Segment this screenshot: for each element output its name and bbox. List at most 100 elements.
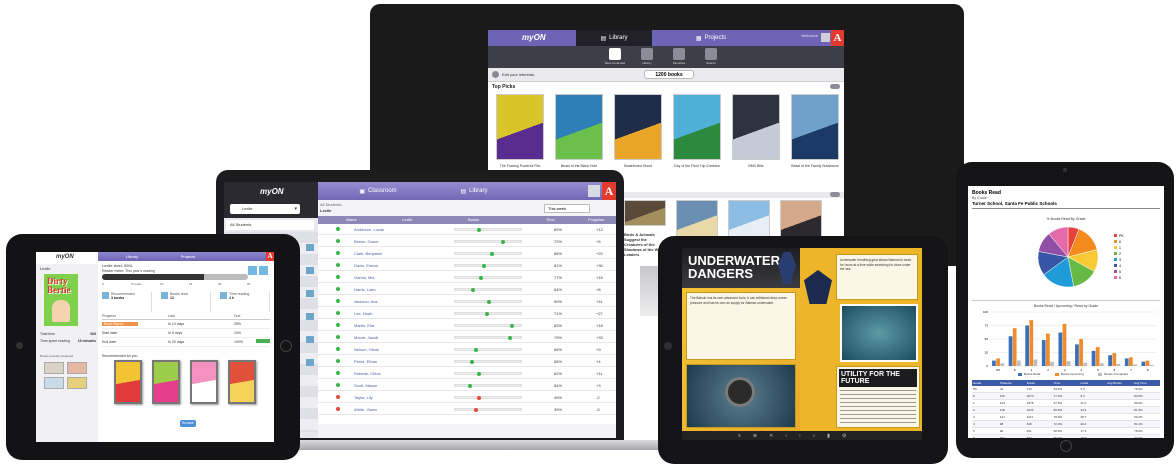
student-name[interactable]: Brown, Grace — [354, 239, 378, 244]
close-icon[interactable]: ✕ — [769, 433, 773, 439]
student-name[interactable]: Jackson, Ava — [354, 299, 378, 304]
student-name[interactable]: Garcia, Mia — [354, 275, 374, 280]
info-label: Total time — [40, 332, 55, 336]
student-name[interactable]: Moore, Jacob — [354, 335, 378, 340]
table-row[interactable]: Davis, Emma 81% +30 — [318, 260, 616, 271]
table-cell: 44 — [999, 387, 1004, 391]
book-title[interactable]: BMX Blitz — [729, 164, 783, 168]
tab-classroom[interactable]: ▣ Classroom — [338, 182, 418, 200]
book-cover[interactable] — [791, 94, 839, 160]
student-name[interactable]: Anderson, Lucas — [354, 227, 384, 232]
student-name[interactable]: Davis, Emma — [354, 263, 378, 268]
table-row[interactable]: Harris, Liam 64% +8 — [318, 284, 616, 295]
zoom-icon[interactable]: ⊕ — [753, 433, 757, 439]
menu-icon[interactable]: ≡ — [738, 433, 741, 439]
more-toggle-icon[interactable] — [830, 84, 840, 89]
audio-icon[interactable]: ♪ — [813, 433, 816, 439]
user-label[interactable]: Welcome — [801, 33, 818, 38]
book-cover[interactable] — [555, 94, 603, 160]
task-name: Book Report — [102, 322, 138, 326]
avatar[interactable] — [588, 185, 600, 197]
book-title[interactable]: Day of the Field Trip Zombies — [670, 164, 724, 168]
edit-interests-link[interactable]: Edit your interests — [502, 72, 534, 77]
student-name[interactable]: Lee, Noah — [354, 311, 372, 316]
more-toggle-icon[interactable] — [830, 192, 840, 197]
column-header[interactable]: Time — [546, 217, 555, 222]
table-row[interactable]: Martin, Ella 83% +18 — [318, 320, 616, 331]
student-name[interactable]: Scott, Mason — [354, 383, 377, 388]
edit-icon[interactable] — [492, 71, 499, 78]
book-cover[interactable] — [114, 360, 142, 404]
tab-library[interactable]: Library — [112, 252, 152, 261]
table-row[interactable]: Jackson, Ava 90% +41 — [318, 296, 616, 307]
table-row[interactable]: Taylor, Lily 45% -2 — [318, 392, 616, 403]
column-header[interactable]: Books — [468, 217, 479, 222]
history-button[interactable]: History — [636, 48, 658, 65]
table-row[interactable]: Nelson, Olivia 66% +9 — [318, 344, 616, 355]
table-row[interactable]: Garcia, Mia 77% +15 — [318, 272, 616, 283]
student-name[interactable]: Clark, Benjamin — [354, 251, 382, 256]
tab-library[interactable]: ▤ Library — [576, 30, 652, 46]
table-row[interactable]: Scott, Mason 54% +3 — [318, 380, 616, 391]
tablet-right-screen: Books Read By Grade Turner School, Santa… — [968, 186, 1164, 438]
stat-card: Recommended 3 books — [102, 292, 152, 312]
home-button[interactable] — [280, 340, 292, 352]
book-cover[interactable] — [228, 360, 256, 404]
favorites-button[interactable]: Favorites — [668, 48, 690, 65]
table-row[interactable]: Lee, Noah 71% +27 — [318, 308, 616, 319]
recommended-button[interactable]: Recommended — [604, 48, 626, 65]
home-button[interactable] — [1060, 440, 1072, 452]
avatar[interactable] — [821, 33, 830, 42]
student-name[interactable]: Taylor, Lily — [354, 395, 373, 400]
student-name[interactable]: Martin, Ella — [354, 323, 374, 328]
tab-projects[interactable]: ▦ Projects — [676, 30, 746, 46]
student-name[interactable]: White, Owen — [354, 407, 377, 412]
search-button[interactable]: Search — [700, 48, 722, 65]
table-cell: 77.9% — [1053, 394, 1063, 398]
student-name[interactable]: Perez, Ethan — [354, 359, 377, 364]
class-selector[interactable]: All Students — [226, 220, 314, 230]
book-cover[interactable] — [728, 200, 770, 240]
table-row[interactable]: Brown, Grace 72% +5 — [318, 236, 616, 247]
column-header[interactable]: Lexile — [402, 217, 412, 222]
section-title: Top Picks — [492, 84, 516, 90]
book-title[interactable]: Beast of the Family Substance — [788, 164, 842, 168]
current-book-cover[interactable]: Dirty Bertie — [44, 274, 78, 326]
student-name[interactable]: Nelson, Olivia — [354, 347, 379, 352]
table-row[interactable]: Book Report In 10 days 25% — [102, 320, 270, 329]
column-header[interactable]: Progress — [588, 217, 604, 222]
book-cover[interactable] — [624, 200, 666, 226]
book-cover[interactable] — [152, 360, 180, 404]
book-cover[interactable] — [614, 94, 662, 160]
tab-projects[interactable]: Projects — [168, 252, 208, 261]
next-icon[interactable]: › — [799, 433, 801, 439]
table-row[interactable]: Moore, Jacob 79% +33 — [318, 332, 616, 343]
book-cover[interactable] — [780, 200, 822, 240]
table-row[interactable]: Clark, Benjamin 68% +22 — [318, 248, 616, 259]
table-row[interactable]: Roberts, Chloe 62% +11 — [318, 368, 616, 379]
book-cover[interactable] — [190, 360, 218, 404]
browse-button[interactable]: Browse — [180, 420, 196, 427]
book-cover[interactable] — [732, 94, 780, 160]
book-title[interactable]: Skateboard Ghoul — [611, 164, 665, 168]
tab-library[interactable]: ▤ Library — [434, 182, 514, 200]
book-cover[interactable] — [676, 200, 718, 240]
table-row[interactable]: Perez, Ethan 58% +4 — [318, 356, 616, 367]
student-name[interactable]: Roberts, Chloe — [354, 371, 381, 376]
table-row[interactable]: White, Owen 39% -5 — [318, 404, 616, 415]
grade-dropdown[interactable]: Lexile ▾ — [230, 204, 300, 214]
student-name[interactable]: Harris, Liam — [354, 287, 376, 292]
period-dropdown[interactable]: This week — [544, 204, 590, 213]
table-row[interactable]: End date In 20 days 100% — [102, 338, 270, 347]
previous-icon[interactable]: ‹ — [785, 433, 787, 439]
book-cover[interactable] — [673, 94, 721, 160]
table-cell: 78.6% — [1053, 415, 1063, 419]
book-title[interactable]: Beast of the Black Hole — [552, 164, 606, 168]
book-title[interactable]: The Fowling Powerful Plot — [493, 164, 547, 168]
column-header[interactable]: Name — [346, 217, 357, 222]
table-row[interactable]: Anderson, Lucas 89% +12 — [318, 224, 616, 235]
settings-icon[interactable]: ⚙ — [842, 433, 846, 439]
table-row[interactable]: Start date In 5 days 10% — [102, 329, 270, 338]
book-cover[interactable] — [496, 94, 544, 160]
bookmark-icon[interactable]: ▮ — [827, 433, 830, 439]
